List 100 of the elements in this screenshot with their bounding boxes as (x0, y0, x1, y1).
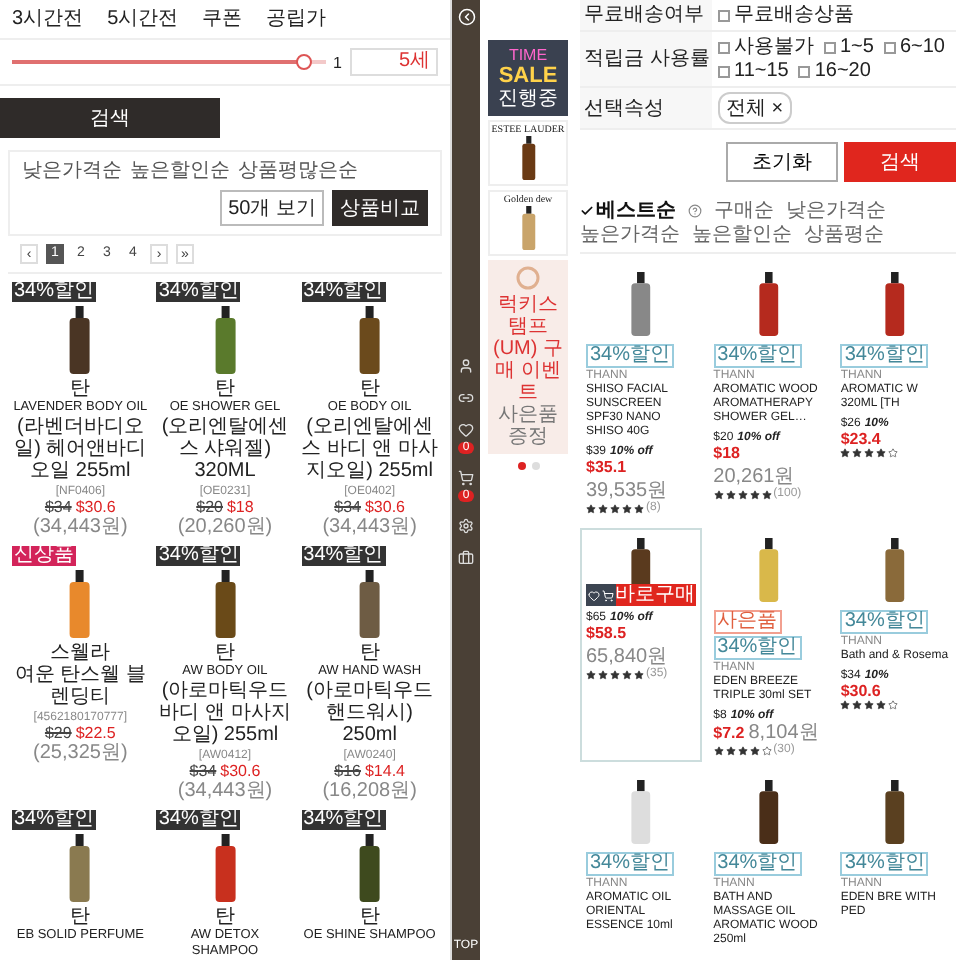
check-icon (580, 204, 594, 218)
product-brand: 스웰라 (50, 642, 111, 664)
sort-tab[interactable]: 구매순 (714, 200, 774, 222)
checkbox-label: 사용불가 (734, 36, 814, 58)
checkbox-label: 6~10 (899, 36, 945, 58)
sort-tab[interactable]: 낮은가격순 (786, 200, 886, 222)
bottle-drawing (66, 834, 94, 902)
checkbox[interactable] (718, 9, 730, 21)
checkbox[interactable] (883, 41, 896, 53)
briefcase-icon[interactable] (458, 550, 474, 566)
list-price: $29 (44, 724, 72, 742)
search-button[interactable]: 검색 (0, 98, 220, 138)
reset-button[interactable]: 초기화 (726, 142, 838, 182)
bottle-drawing (356, 306, 384, 374)
checkbox[interactable] (718, 41, 730, 53)
event-caption: 사은품 증정 (496, 404, 560, 448)
filter-label: 무료배송여부 (584, 4, 704, 26)
checkbox[interactable] (718, 65, 730, 77)
product-badge: 34%할인 (12, 810, 97, 830)
product-name-korean[interactable]: (아로마틱우드 바디 앤 마사지오일) 255ml (156, 680, 294, 746)
period-tab[interactable]: 쿠폰 (202, 8, 243, 30)
search-button[interactable]: 검색 (844, 142, 956, 182)
product-tag: 사은품 (713, 610, 782, 634)
bottle-drawing (211, 834, 239, 902)
sale-price: $30.6 (364, 498, 406, 516)
bottle-drawing (66, 570, 94, 638)
list-price: $34 (189, 762, 217, 780)
won-price: (16,208원) (322, 780, 417, 802)
won-price: (34,443원) (322, 516, 417, 538)
bottle-drawing (882, 780, 909, 844)
link-icon[interactable] (458, 390, 474, 406)
period-tab[interactable]: 3시간전 (12, 8, 84, 30)
checkbox-label: 무료배송상품 (734, 4, 854, 26)
product-name-korean[interactable]: (오리엔탈에센스 바디 앤 마사지오일) 255ml (301, 416, 438, 482)
attribute-chip[interactable]: 전체 × (718, 92, 792, 124)
product-badge: 34%할인 (156, 282, 241, 302)
wishlist-button[interactable] (586, 584, 601, 606)
period-tab[interactable]: 공립가 (266, 8, 327, 30)
sort-tab[interactable]: 높은할인순 (692, 224, 792, 246)
product-name-korean[interactable]: (아로마틱우드 핸드워시) 250ml (301, 680, 438, 746)
bottle-drawing (755, 538, 781, 602)
sort-tab[interactable]: 베스트순 (580, 200, 676, 222)
event-banner[interactable]: 럭키스탬프(UM) 구매 이벤트 사은품 증정 (488, 260, 568, 454)
bottle-drawing (755, 272, 781, 336)
sort-tab[interactable]: 높은가격순 (580, 224, 680, 246)
sale-price: $30.6 (75, 498, 116, 516)
collapse-icon[interactable] (457, 8, 475, 26)
user-icon[interactable] (458, 358, 474, 374)
bottle-drawing (755, 780, 781, 844)
add-to-cart-button[interactable] (600, 584, 616, 606)
banner-caption: 진행중 (498, 88, 558, 110)
bottle-drawing (66, 306, 94, 374)
product-name-korean[interactable]: (오리엔탈에센스 샤워젤) 320ML (156, 416, 294, 482)
buy-now-button[interactable]: 바로구매 (615, 584, 696, 606)
sale-price: $14.4 (364, 762, 406, 780)
cart-icon[interactable] (458, 470, 474, 486)
won-price: 39,535원 (586, 480, 668, 502)
won-price: (34,443원) (33, 516, 128, 538)
sort-link[interactable]: 상품평많은순 (238, 160, 358, 182)
time-sale-banner[interactable]: TIME SALE 진행중 (488, 40, 568, 116)
carousel-dot[interactable] (531, 462, 539, 470)
range-field[interactable]: 5세 (350, 48, 438, 76)
product-brand: 탄 (214, 642, 235, 664)
sale-price: $30.6 (220, 762, 261, 780)
product-tag: 34%할인 (713, 852, 802, 876)
sale-price: $30.6 (840, 682, 881, 700)
product-badge: 34%할인 (156, 810, 241, 830)
product-name-korean[interactable]: 여운 탄스웰 블렌딩티 (12, 664, 149, 708)
won-price: (25,325원) (33, 742, 128, 764)
product-brand: 탄 (70, 906, 91, 928)
sale-price: $18 (713, 444, 741, 462)
help-icon[interactable] (688, 204, 702, 218)
sort-link[interactable]: 높은할인순 (130, 160, 230, 182)
won-price: (20,260원) (177, 516, 273, 538)
product-brand: 탄 (214, 378, 235, 400)
banner-headline: SALE (498, 64, 558, 88)
product-tag: 34%할인 (586, 344, 675, 368)
bottle-drawing (627, 272, 654, 336)
period-tab[interactable]: 5시간전 (107, 8, 179, 30)
bottle-drawing (356, 834, 384, 902)
heart-icon[interactable] (458, 422, 474, 438)
range-label: 1 (333, 53, 342, 71)
event-title: 럭키스탬프(UM) 구매 이벤트 (491, 294, 565, 404)
settings-icon[interactable] (458, 518, 474, 534)
list-price: $20 (196, 498, 223, 516)
per-page-select[interactable]: 50개 보기 (220, 190, 324, 226)
compare-button[interactable]: 상품비교 (332, 190, 428, 226)
product-name-korean[interactable]: (라벤더바디오일) 헤어앤바디오일 255ml (12, 416, 149, 482)
sort-tab[interactable]: 상품평순 (804, 224, 884, 246)
won-price: (34,443원) (177, 780, 273, 802)
product-badge: 34%할인 (156, 546, 241, 566)
checkbox[interactable] (824, 41, 836, 53)
checkbox-label: 16~20 (814, 60, 871, 82)
carousel-dot[interactable] (517, 462, 525, 470)
product-brand: 탄 (359, 378, 380, 400)
product-badge: 34%할인 (12, 282, 97, 302)
bottle-drawing (211, 570, 239, 638)
bottle-drawing (519, 136, 537, 180)
checkbox[interactable] (798, 65, 811, 77)
sort-link[interactable]: 낮은가격순 (22, 160, 122, 182)
